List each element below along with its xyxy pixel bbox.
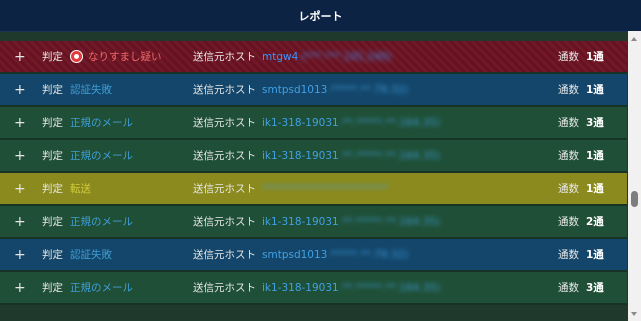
sender-host-value[interactable]: smtpsd1013.*****.**.79.32) [262, 84, 408, 96]
judgment-label: 判定 [42, 249, 63, 261]
count-value: 1通 [586, 249, 604, 261]
sender-host-label: 送信元ホスト [193, 282, 256, 294]
verdict: 正規のメール [70, 214, 133, 229]
sender-host-value[interactable]: smtpsd1013.*****.**.79.32) [262, 249, 408, 261]
sender-host-blurred: .**.*****.**.164.35) [338, 116, 441, 129]
sender-host-value[interactable]: ik1-318-19031.**.*****.**.164.35) [262, 216, 440, 228]
report-title-bar: レポート [0, 0, 641, 32]
sender-host-blurred: ************************ [262, 182, 388, 195]
expand-plus-icon[interactable]: + [14, 82, 26, 98]
verdict: なりすまし疑い [70, 49, 162, 64]
sender-host-blurred: .*****.**.79.32) [327, 248, 409, 261]
scroll-up-icon[interactable] [631, 37, 637, 41]
verdict: 正規のメール [70, 148, 133, 163]
verdict-text: 正規のメール [70, 150, 133, 162]
verdict-text: 認証失敗 [70, 84, 112, 96]
sender-host-value[interactable]: ik1-318-19031.**.*****.**.164.35) [262, 150, 440, 162]
count-label: 通数 [558, 117, 579, 129]
sender-host-label: 送信元ホスト [193, 249, 256, 261]
verdict: 認証失敗 [70, 247, 112, 262]
sender-host-blurred: .**.*****.**.164.35) [338, 281, 441, 294]
warning-circle-icon [70, 50, 83, 63]
verdict-text: 正規のメール [70, 282, 133, 294]
sender-host-visible: ik1-318-19031 [262, 215, 339, 228]
report-row[interactable]: + 判定 認証失敗 送信元ホスト smtpsd1013.*****.**.79.… [0, 239, 627, 272]
expand-plus-icon[interactable]: + [14, 214, 26, 230]
judgment-label: 判定 [42, 150, 63, 162]
sender-host-label: 送信元ホスト [193, 51, 256, 63]
count-label: 通数 [558, 150, 579, 162]
verdict: 認証失敗 [70, 82, 112, 97]
count-label: 通数 [558, 183, 579, 195]
sender-host-label: 送信元ホスト [193, 84, 256, 96]
verdict: 正規のメール [70, 115, 133, 130]
sender-host-blurred: .(***.***.191.240) [298, 50, 392, 63]
expand-plus-icon[interactable]: + [14, 148, 26, 164]
expand-plus-icon[interactable]: + [14, 247, 26, 263]
verdict-text: 認証失敗 [70, 249, 112, 261]
sender-host-value[interactable]: ik1-318-19031.**.*****.**.164.35) [262, 117, 440, 129]
count-value: 3通 [586, 282, 604, 294]
verdict-text: なりすまし疑い [88, 51, 162, 63]
scroll-down-icon[interactable] [631, 312, 637, 316]
count-value: 1通 [586, 150, 604, 162]
report-row[interactable]: + 判定 正規のメール 送信元ホスト ik1-318-19031.**.****… [0, 140, 627, 173]
page-title: レポート [298, 9, 343, 23]
sender-host-blurred: .*****.**.79.32) [327, 83, 409, 96]
sender-host-visible: ik1-318-19031 [262, 281, 339, 294]
expand-plus-icon[interactable]: + [14, 115, 26, 131]
judgment-label: 判定 [42, 183, 63, 195]
sender-host-visible: smtpsd1013 [262, 248, 328, 261]
verdict: 正規のメール [70, 280, 133, 295]
expand-plus-icon[interactable]: + [14, 49, 26, 65]
count-label: 通数 [558, 84, 579, 96]
report-row[interactable]: + 判定 正規のメール 送信元ホスト ik1-318-19031.**.****… [0, 107, 627, 140]
expand-plus-icon[interactable]: + [14, 280, 26, 296]
scrollbar[interactable] [628, 31, 641, 321]
judgment-label: 判定 [42, 84, 63, 96]
count-value: 3通 [586, 117, 604, 129]
judgment-label: 判定 [42, 117, 63, 129]
sender-host-blurred: .**.*****.**.164.35) [338, 215, 441, 228]
verdict-text: 転送 [70, 183, 91, 195]
verdict-text: 正規のメール [70, 216, 133, 228]
report-list: + 判定 なりすまし疑い 送信元ホスト mtgw4.(***.***.191.2… [0, 41, 627, 305]
verdict: 転送 [70, 181, 91, 196]
sender-host-blurred: .**.*****.**.164.35) [338, 149, 441, 162]
judgment-label: 判定 [42, 216, 63, 228]
sender-host-visible: ik1-318-19031 [262, 116, 339, 129]
sender-host-value[interactable]: ik1-318-19031.**.*****.**.164.35) [262, 282, 440, 294]
report-row[interactable]: + 判定 なりすまし疑い 送信元ホスト mtgw4.(***.***.191.2… [0, 41, 627, 74]
sender-host-visible: ik1-318-19031 [262, 149, 339, 162]
judgment-label: 判定 [42, 51, 63, 63]
count-label: 通数 [558, 249, 579, 261]
count-label: 通数 [558, 216, 579, 228]
sender-host-value[interactable]: ************************ [262, 183, 388, 195]
count-label: 通数 [558, 282, 579, 294]
report-row[interactable]: + 判定 正規のメール 送信元ホスト ik1-318-19031.**.****… [0, 206, 627, 239]
report-row[interactable]: + 判定 転送 送信元ホスト ************************ … [0, 173, 627, 206]
expand-plus-icon[interactable]: + [14, 181, 26, 197]
sender-host-value[interactable]: mtgw4.(***.***.191.240) [262, 51, 391, 63]
sender-host-label: 送信元ホスト [193, 150, 256, 162]
sender-host-label: 送信元ホスト [193, 216, 256, 228]
count-value: 2通 [586, 216, 604, 228]
count-value: 1通 [586, 84, 604, 96]
sender-host-label: 送信元ホスト [193, 183, 256, 195]
count-value: 1通 [586, 51, 604, 63]
count-label: 通数 [558, 51, 579, 63]
scroll-thumb[interactable] [631, 191, 638, 207]
verdict-text: 正規のメール [70, 117, 133, 129]
sender-host-visible: mtgw4 [262, 50, 299, 63]
report-row[interactable]: + 判定 正規のメール 送信元ホスト ik1-318-19031.**.****… [0, 272, 627, 305]
count-value: 1通 [586, 183, 604, 195]
sender-host-label: 送信元ホスト [193, 117, 256, 129]
report-row[interactable]: + 判定 認証失敗 送信元ホスト smtpsd1013.*****.**.79.… [0, 74, 627, 107]
judgment-label: 判定 [42, 282, 63, 294]
sender-host-visible: smtpsd1013 [262, 83, 328, 96]
